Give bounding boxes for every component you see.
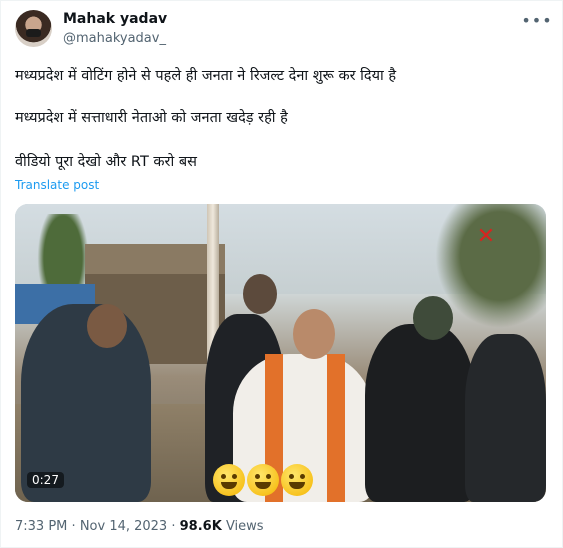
tweet-text-line-3: वीडियो पूरा देखो और RT करो बस [15,154,197,170]
views-label: Views [225,519,264,534]
video-person-head [87,304,127,348]
more-options-icon[interactable]: ••• [521,10,551,30]
author-name[interactable]: Mahak yadav [63,11,167,27]
video-person-head [293,309,335,359]
meta-separator: · [171,519,176,534]
tweet-text-line-1: मध्यप्रदेश में वोटिंग होने से पहले ही जन… [15,68,397,84]
video-person-security [365,324,475,502]
tweet-card: Mahak yadav @mahakyadav_ ••• मध्यप्रदेश … [0,0,563,548]
emoji-overlay [213,464,313,496]
post-date[interactable]: Nov 14, 2023 [80,519,167,534]
meta-separator: · [71,519,76,534]
video-person-head [413,296,453,340]
author-handle[interactable]: @mahakyadav_ [63,31,166,46]
tweet-meta: 7:33 PM · Nov 14, 2023 · 98.6K Views [15,519,264,534]
video-player[interactable]: ✕ 0:27 [15,204,546,502]
video-duration-badge: 0:27 [27,472,64,488]
video-person-security [465,334,546,502]
avatar[interactable] [15,10,52,47]
channel-logo-watermark: ✕ [476,224,496,249]
views-count: 98.6K [179,519,222,534]
laughing-emoji-icon [213,464,245,496]
post-time[interactable]: 7:33 PM [15,519,67,534]
squinting-laughing-emoji-icon [281,464,313,496]
translate-post-link[interactable]: Translate post [15,178,99,192]
tweet-text-line-2: मध्यप्रदेश में सत्ताधारी नेताओ को जनता ख… [15,110,288,126]
laughing-emoji-icon [247,464,279,496]
video-person-head [243,274,277,314]
